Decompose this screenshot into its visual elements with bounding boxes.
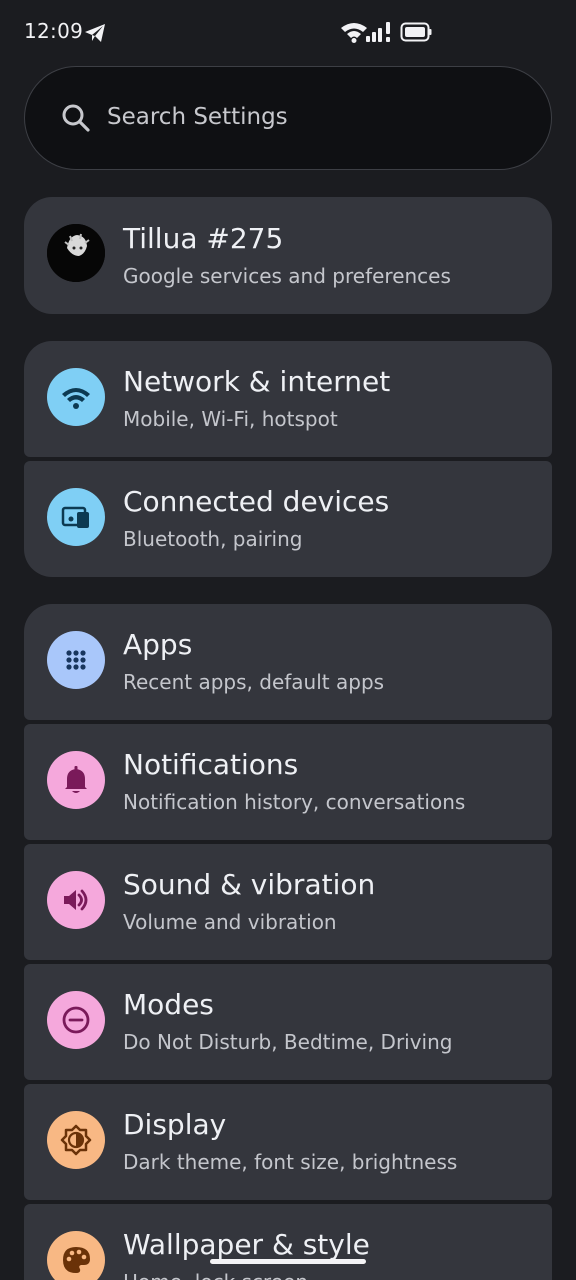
avatar [47, 224, 105, 282]
battery-icon [400, 22, 432, 42]
list-item-subtitle: Recent apps, default apps [123, 670, 385, 694]
connected-devices-icon [61, 506, 89, 528]
status-time: 12:09 [24, 19, 84, 43]
settings-screen: 12:09 Search Settings Tillua #275 Google… [0, 0, 576, 1280]
list-item-subtitle: Notification history, conversations [123, 790, 466, 814]
wallpaper-icon-circle [47, 1231, 105, 1280]
list-item-title: Wallpaper & style [123, 1228, 370, 1261]
wifi-icon [62, 388, 90, 409]
list-item-subtitle: Mobile, Wi-Fi, hotspot [123, 407, 338, 431]
search-bar[interactable]: Search Settings [24, 66, 552, 170]
apps-icon-circle [47, 631, 105, 689]
modes-icon-circle [47, 991, 105, 1049]
account-subtitle: Google services and preferences [123, 264, 451, 288]
network-icon-circle [47, 368, 105, 426]
brightness-icon [60, 1124, 92, 1156]
notifications-icon-circle [47, 751, 105, 809]
list-item-subtitle: Do Not Disturb, Bedtime, Driving [123, 1030, 453, 1054]
do-not-disturb-icon [62, 1006, 90, 1034]
account-name: Tillua #275 [123, 222, 284, 255]
list-item-connected-devices[interactable]: Connected devices Bluetooth, pairing [24, 461, 552, 577]
palette-icon [63, 1247, 90, 1273]
wifi-signal-icon [341, 23, 367, 43]
list-item-title: Connected devices [123, 485, 390, 518]
list-item-sound-vibration[interactable]: Sound & vibration Volume and vibration [24, 844, 552, 960]
list-item-title: Display [123, 1108, 227, 1141]
status-bar: 12:09 [0, 0, 576, 64]
list-item-modes[interactable]: Modes Do Not Disturb, Bedtime, Driving [24, 964, 552, 1080]
list-item-title: Modes [123, 988, 214, 1021]
bell-icon [65, 766, 87, 793]
telegram-icon [85, 24, 105, 42]
avatar-image [47, 224, 105, 282]
cellular-signal-icon [366, 22, 390, 42]
list-item-notifications[interactable]: Notifications Notification history, conv… [24, 724, 552, 840]
list-item-apps[interactable]: Apps Recent apps, default apps [24, 604, 552, 720]
apps-grid-icon [66, 650, 86, 670]
connected-devices-icon-circle [47, 488, 105, 546]
list-item-title: Network & internet [123, 365, 391, 398]
list-item-subtitle: Dark theme, font size, brightness [123, 1150, 458, 1174]
list-item-title: Notifications [123, 748, 299, 781]
list-item-subtitle: Home, lock screen [123, 1270, 308, 1280]
list-item-title: Sound & vibration [123, 868, 376, 901]
list-item-wallpaper-style[interactable]: Wallpaper & style Home, lock screen [24, 1204, 552, 1280]
home-indicator[interactable] [210, 1259, 366, 1264]
search-icon [62, 104, 90, 132]
account-card[interactable]: Tillua #275 Google services and preferen… [24, 197, 552, 314]
list-item-subtitle: Volume and vibration [123, 910, 337, 934]
sound-icon-circle [47, 871, 105, 929]
list-item-network-internet[interactable]: Network & internet Mobile, Wi-Fi, hotspo… [24, 341, 552, 457]
list-item-display[interactable]: Display Dark theme, font size, brightnes… [24, 1084, 552, 1200]
search-placeholder: Search Settings [107, 104, 288, 130]
speaker-icon [64, 889, 88, 911]
list-item-title: Apps [123, 628, 193, 661]
list-item-subtitle: Bluetooth, pairing [123, 527, 303, 551]
display-icon-circle [47, 1111, 105, 1169]
